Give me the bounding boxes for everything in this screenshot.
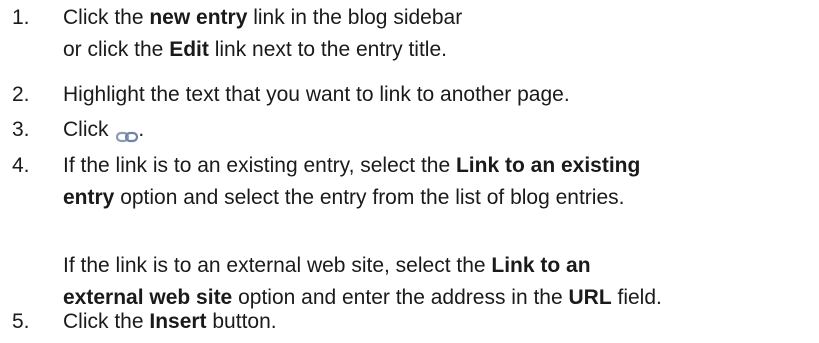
edit-label: Edit xyxy=(169,38,209,61)
step-text: Click the new entry link in the blog sid… xyxy=(63,2,813,66)
new-entry-label: new entry xyxy=(149,6,248,29)
step-line: Click the new entry link in the blog sid… xyxy=(63,6,463,29)
step-number: 2. xyxy=(12,83,30,106)
step-text: Click the Insert button. xyxy=(63,310,277,333)
step-number: 1. xyxy=(12,6,30,29)
link-external-label: Link to an xyxy=(491,254,591,277)
step-number: 5. xyxy=(12,310,30,333)
instruction-list: 1. Click the new entry link in the blog … xyxy=(0,0,819,343)
link-existing-label: Link to an existing xyxy=(455,154,641,177)
step-text: Click . xyxy=(63,118,145,143)
insert-label: Insert xyxy=(149,310,207,333)
step-number: 4. xyxy=(12,154,30,177)
step-text: Highlight the text that you want to link… xyxy=(63,83,570,106)
step-line: or click the Edit link next to the entry… xyxy=(63,38,447,61)
step-number: 3. xyxy=(12,118,30,141)
link-chain-icon xyxy=(116,122,139,143)
step-text: If the link is to an existing entry, sel… xyxy=(63,150,813,314)
link-existing-label-cont: entry xyxy=(63,186,115,209)
